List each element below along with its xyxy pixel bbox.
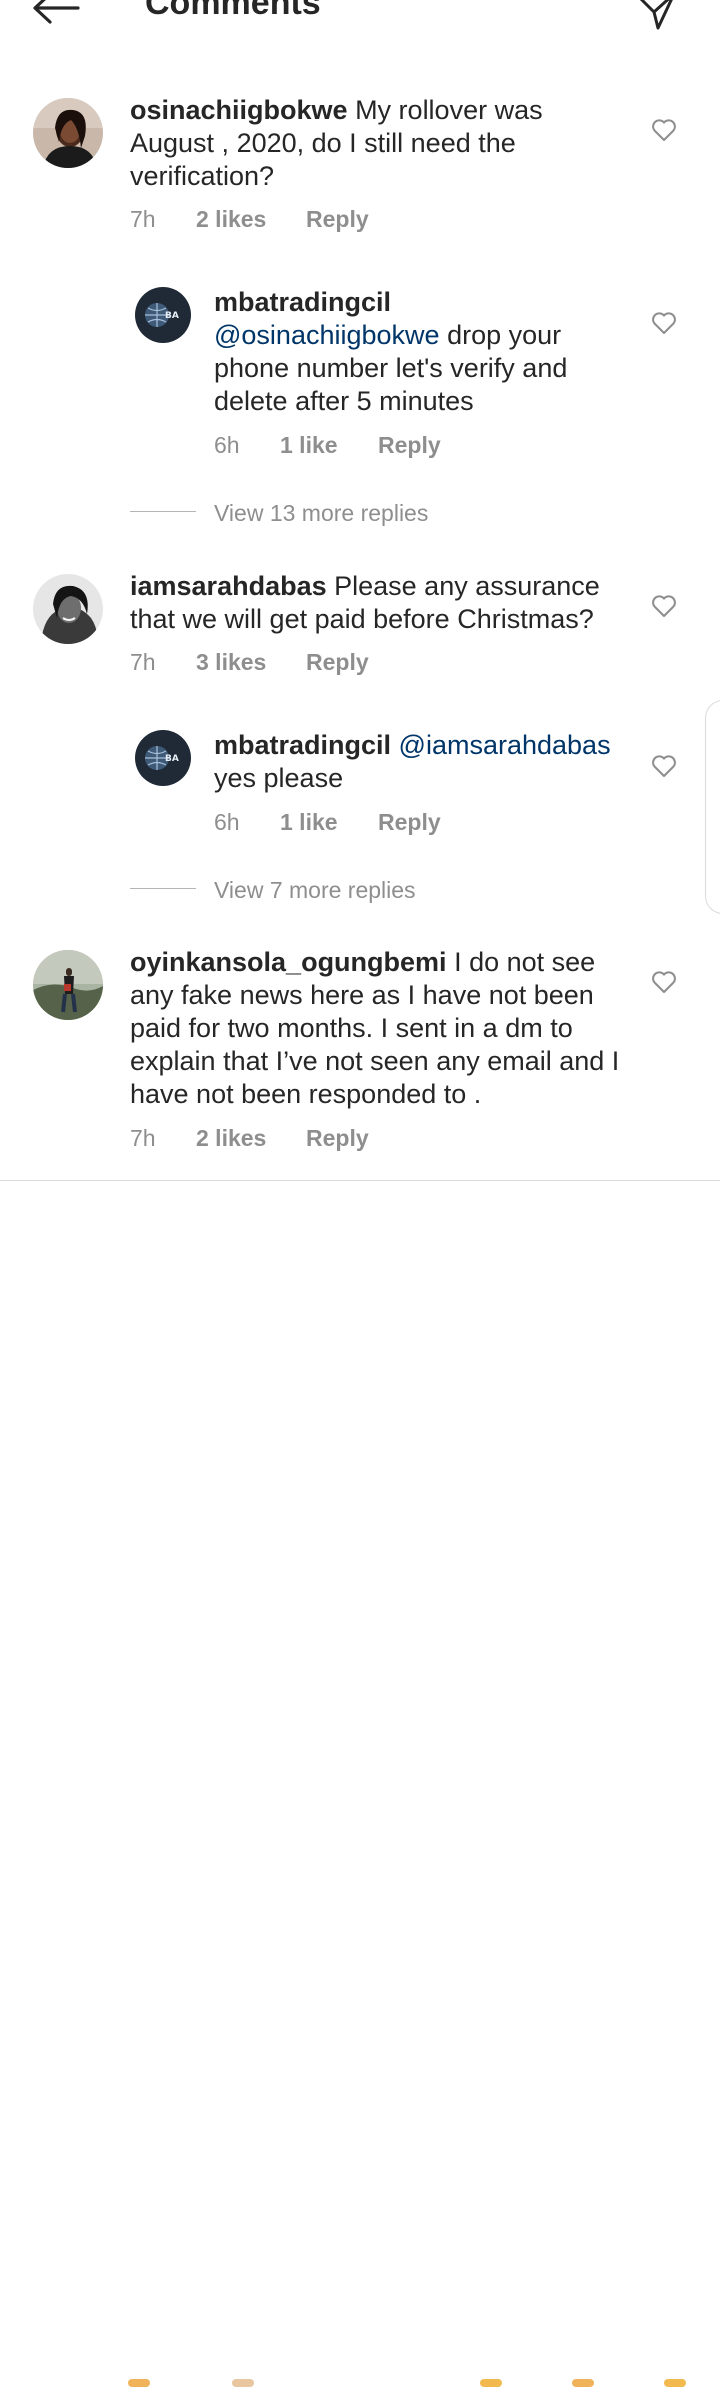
comment-meta: 7h 2 likes Reply <box>130 1125 369 1152</box>
comment-time: 7h <box>130 1125 156 1151</box>
comment-username[interactable]: oyinkansola_ogungbemi <box>130 947 447 977</box>
paper-plane-icon[interactable] <box>636 0 678 32</box>
emoji-icon[interactable] <box>664 2379 686 2387</box>
mention-link[interactable]: @osinachiigbokwe <box>214 320 440 350</box>
heart-outline-icon[interactable] <box>651 754 677 778</box>
reply-button[interactable]: Reply <box>378 432 441 459</box>
comment-username[interactable]: mbatradingcil <box>214 286 634 319</box>
avatar[interactable] <box>33 574 103 644</box>
emoji-icon[interactable] <box>232 2379 254 2387</box>
view-more-replies-button[interactable]: View 13 more replies <box>214 500 428 527</box>
comment-time: 6h <box>214 432 240 458</box>
likes-count[interactable]: 2 likes <box>196 1125 306 1152</box>
comment-text: mbatradingcil @osinachiigbokwe drop your… <box>214 286 634 418</box>
comment-text: oyinkansola_ogungbemi I do not see any f… <box>130 946 630 1111</box>
arrow-left-icon[interactable] <box>30 0 82 24</box>
comment-username[interactable]: osinachiigbokwe <box>130 95 348 125</box>
reply-button[interactable]: Reply <box>306 206 369 233</box>
scroll-handle[interactable] <box>705 700 720 914</box>
reply-button[interactable]: Reply <box>306 1125 369 1152</box>
comment-text: iamsarahdabas Please any assurance that … <box>130 570 630 636</box>
divider <box>130 511 196 512</box>
reply-button[interactable]: Reply <box>378 809 441 836</box>
heart-outline-icon[interactable] <box>651 118 677 142</box>
likes-count[interactable]: 2 likes <box>196 206 306 233</box>
comment-username[interactable]: mbatradingcil <box>214 730 391 760</box>
comment-username[interactable]: iamsarahdabas <box>130 571 327 601</box>
avatar[interactable] <box>33 950 103 1020</box>
comment-time: 7h <box>130 206 156 232</box>
heart-outline-icon[interactable] <box>651 311 677 335</box>
divider <box>130 888 196 889</box>
avatar[interactable]: BA <box>135 730 191 786</box>
heart-outline-icon[interactable] <box>651 594 677 618</box>
comment-text: osinachiigbokwe My rollover was August ,… <box>130 94 630 193</box>
avatar[interactable] <box>33 98 103 168</box>
emoji-bar <box>0 1181 720 2387</box>
avatar[interactable]: BA <box>135 287 191 343</box>
comment-meta: 6h 1 like Reply <box>214 432 441 459</box>
header-bar: Comments <box>0 0 720 40</box>
comment-meta: 7h 2 likes Reply <box>130 206 369 233</box>
comment-time: 7h <box>130 649 156 675</box>
reply-button[interactable]: Reply <box>306 649 369 676</box>
heart-outline-icon[interactable] <box>651 970 677 994</box>
emoji-icon[interactable] <box>480 2379 502 2387</box>
view-more-replies-button[interactable]: View 7 more replies <box>214 877 416 904</box>
likes-count[interactable]: 1 like <box>280 809 378 836</box>
emoji-icon[interactable] <box>128 2379 150 2387</box>
comment-body: yes please <box>214 763 344 793</box>
comment-meta: 7h 3 likes Reply <box>130 649 369 676</box>
comment-meta: 6h 1 like Reply <box>214 809 441 836</box>
likes-count[interactable]: 1 like <box>280 432 378 459</box>
likes-count[interactable]: 3 likes <box>196 649 306 676</box>
page-title: Comments <box>145 0 321 22</box>
svg-text:BA: BA <box>165 311 179 321</box>
comment-text: mbatradingcil @iamsarahdabas yes please <box>214 729 634 795</box>
emoji-icon[interactable] <box>572 2379 594 2387</box>
svg-text:BA: BA <box>165 754 179 764</box>
comment-time: 6h <box>214 809 240 835</box>
mention-link[interactable]: @iamsarahdabas <box>399 730 611 760</box>
